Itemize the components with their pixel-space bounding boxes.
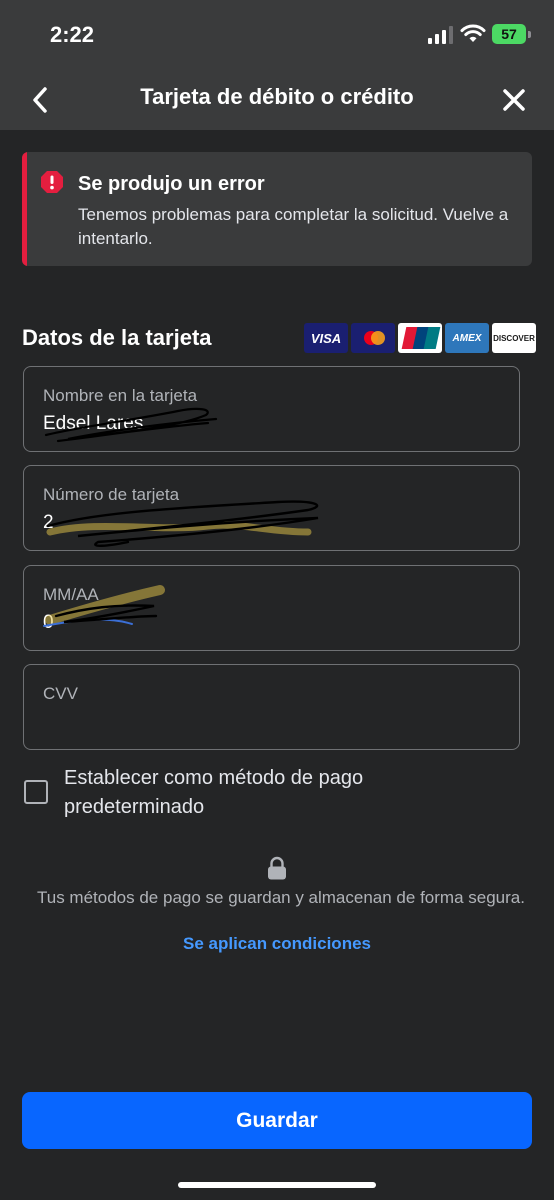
cardholder-name-field[interactable]: Nombre en la tarjeta Edsel Lares [23,366,520,452]
card-number-value: 2 [43,512,54,533]
chevron-left-icon [33,87,47,113]
terms-link[interactable]: Se aplican condiciones [183,934,371,953]
card-section-title: Datos de la tarjeta [22,325,212,350]
cvv-field[interactable]: CVV [23,664,520,750]
close-icon [503,89,525,111]
card-form-screen: 2:22 57 Tarjeta de débito o crédito Se p… [0,0,554,1200]
default-payment-label: Establecer como método de pago predeterm… [64,767,364,818]
expiry-date-field[interactable]: MM/AA 0 [23,565,520,651]
visa-logo: VISA [304,323,348,353]
cvv-label: CVV [43,684,78,703]
card-logos: VISA AMEX DISCOVER [304,323,536,353]
secure-storage-text: Tus métodos de pago se guardan y almacen… [37,888,525,907]
unionpay-logo [398,323,442,353]
error-message: Tenemos problemas para completar la soli… [78,205,509,248]
default-payment-checkbox[interactable] [24,780,48,804]
error-title: Se produjo un error [78,173,265,195]
mastercard-logo [351,323,395,353]
cardholder-name-value: Edsel Lares [43,413,144,434]
battery-nub [528,31,531,38]
discover-logo: DISCOVER [492,323,536,353]
status-bar: 2:22 57 [0,0,554,70]
alert-icon [41,171,63,193]
home-indicator [178,1182,376,1188]
expiry-date-value: 0 [43,612,54,633]
wifi-icon [460,24,486,42]
back-button[interactable] [22,82,58,118]
page-title: Tarjeta de débito o crédito [140,84,414,109]
status-time: 2:22 [50,22,95,47]
error-stripe [22,152,27,266]
battery-icon: 57 [492,24,526,44]
save-button[interactable]: Guardar [22,1092,532,1149]
amex-logo: AMEX [445,323,489,353]
card-number-label: Número de tarjeta [43,485,180,504]
error-banner: Se produjo un error Tenemos problemas pa… [22,152,532,266]
expiry-date-label: MM/AA [43,585,99,604]
terms-link-row: Se aplican condiciones [0,934,554,954]
lock-icon [268,856,286,880]
header-bar: Tarjeta de débito o crédito [0,70,554,130]
cardholder-name-label: Nombre en la tarjeta [43,386,198,405]
signal-icon [428,26,453,44]
card-number-field[interactable]: Número de tarjeta 2 [23,465,520,551]
close-button[interactable] [494,82,534,118]
